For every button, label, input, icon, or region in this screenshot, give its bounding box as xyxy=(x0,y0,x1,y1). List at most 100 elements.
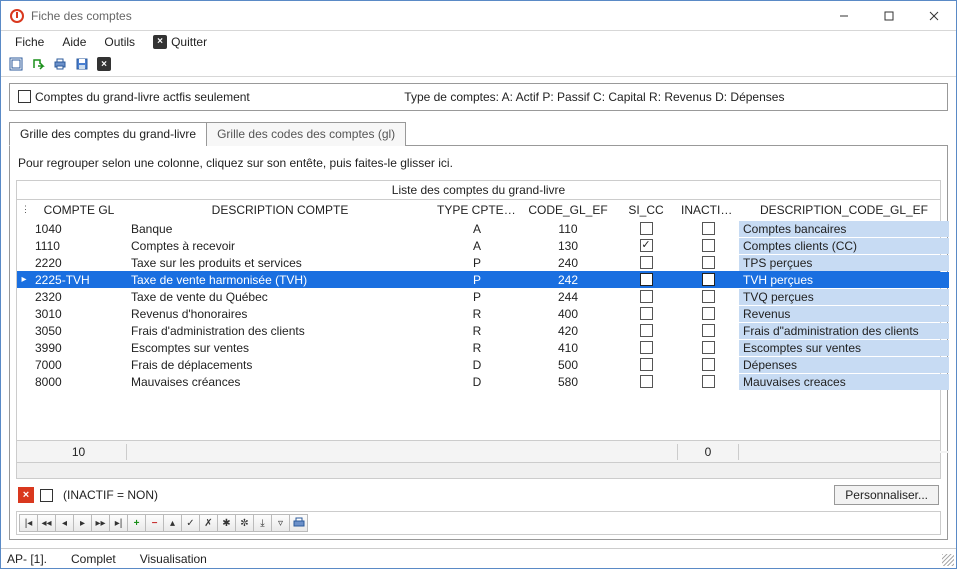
cell-inactif[interactable] xyxy=(677,357,739,372)
cell-sicc[interactable] xyxy=(615,255,677,270)
nav-refresh-button[interactable]: ✱ xyxy=(217,514,236,532)
nav-last-button[interactable]: ▸| xyxy=(109,514,128,532)
col-sicc[interactable]: SI_CC xyxy=(615,200,677,220)
table-row[interactable]: 2320Taxe de vente du QuébecP244TVQ perçu… xyxy=(17,288,940,305)
cell-inactif[interactable] xyxy=(677,255,739,270)
nav-next-button[interactable]: ▸ xyxy=(73,514,92,532)
active-only-checkbox[interactable] xyxy=(18,90,31,103)
close-icon: × xyxy=(153,35,167,49)
nav-next-page-button[interactable]: ▸▸ xyxy=(91,514,110,532)
maximize-button[interactable] xyxy=(866,1,911,30)
cell-sicc[interactable] xyxy=(615,323,677,338)
cell-code: 500 xyxy=(521,357,615,373)
menu-quitter[interactable]: × Quitter xyxy=(145,33,215,51)
nav-add-button[interactable]: + xyxy=(127,514,146,532)
cell-compte: 2225-TVH xyxy=(31,272,127,288)
cell-description: Taxe de vente du Québec xyxy=(127,289,433,305)
table-row[interactable]: 2220Taxe sur les produits et servicesP24… xyxy=(17,254,940,271)
cell-type: P xyxy=(433,272,521,288)
cell-sicc[interactable] xyxy=(615,306,677,321)
table-row[interactable]: 8000Mauvaises créancesD580Mauvaises crea… xyxy=(17,373,940,390)
nav-cancel-button[interactable]: ✗ xyxy=(199,514,218,532)
cell-description: Mauvaises créances xyxy=(127,374,433,390)
table-row[interactable]: 1040BanqueA110Comptes bancaires xyxy=(17,220,940,237)
close-tool-icon[interactable]: × xyxy=(95,55,113,73)
minimize-button[interactable] xyxy=(821,1,866,30)
cell-inactif[interactable] xyxy=(677,289,739,304)
window-title: Fiche des comptes xyxy=(31,9,821,23)
table-row[interactable]: 1110Comptes à recevoirA130Comptes client… xyxy=(17,237,940,254)
clear-filter-button[interactable]: × xyxy=(18,487,34,503)
cell-compte: 1110 xyxy=(31,238,127,254)
col-description[interactable]: DESCRIPTION COMPTE xyxy=(127,200,433,220)
resize-handle-icon[interactable] xyxy=(942,554,954,566)
close-button[interactable] xyxy=(911,1,956,30)
table-row[interactable]: ▸2225-TVHTaxe de vente harmonisée (TVH)P… xyxy=(17,271,940,288)
active-only-label: Comptes du grand-livre actfis seulement xyxy=(35,90,250,104)
menu-aide[interactable]: Aide xyxy=(54,33,94,51)
cell-type: D xyxy=(433,357,521,373)
nav-edit-button[interactable]: ▴ xyxy=(163,514,182,532)
save-icon[interactable] xyxy=(73,55,91,73)
cell-code: 420 xyxy=(521,323,615,339)
col-type[interactable]: TYPE CPTE EF xyxy=(433,200,521,220)
cell-sicc[interactable] xyxy=(615,272,677,287)
cell-sicc[interactable] xyxy=(615,238,677,253)
tab-grid-codes[interactable]: Grille des codes des comptes (gl) xyxy=(206,122,406,146)
cell-inactif[interactable] xyxy=(677,306,739,321)
col-code[interactable]: CODE_GL_EF xyxy=(521,200,615,220)
tab-grid-comptes[interactable]: Grille des comptes du grand-livre xyxy=(9,122,207,146)
grid-title: Liste des comptes du grand-livre xyxy=(16,180,941,199)
grid-header: ⋮⋮ COMPTE GL DESCRIPTION COMPTE TYPE CPT… xyxy=(17,200,940,221)
nav-first-button[interactable]: |◂ xyxy=(19,514,38,532)
nav-print-button[interactable] xyxy=(289,514,308,532)
cell-sicc[interactable] xyxy=(615,289,677,304)
table-row[interactable]: 3990Escomptes sur ventesR410Escomptes su… xyxy=(17,339,940,356)
nav-bookmark-button[interactable]: ✼ xyxy=(235,514,254,532)
cell-inactif[interactable] xyxy=(677,272,739,287)
cell-type: A xyxy=(433,221,521,237)
col-compte[interactable]: COMPTE GL xyxy=(31,200,127,220)
cell-description: Frais de déplacements xyxy=(127,357,433,373)
horizontal-scrollbar[interactable] xyxy=(17,462,940,478)
col-desccode[interactable]: DESCRIPTION_CODE_GL_EF xyxy=(739,200,949,220)
cell-inactif[interactable] xyxy=(677,221,739,236)
layout-icon[interactable] xyxy=(7,55,25,73)
row-selector-header[interactable]: ⋮⋮ xyxy=(17,201,31,218)
cell-description: Revenus d'honoraires xyxy=(127,306,433,322)
cell-inactif[interactable] xyxy=(677,323,739,338)
personalize-button[interactable]: Personnaliser... xyxy=(834,485,939,505)
filter-icon[interactable]: ▾ xyxy=(732,205,739,217)
cell-sicc[interactable] xyxy=(615,221,677,236)
table-row[interactable]: 3010Revenus d'honorairesR400Revenus xyxy=(17,305,940,322)
nav-goto-button[interactable]: ⤓ xyxy=(253,514,272,532)
cell-inactif[interactable] xyxy=(677,238,739,253)
status-right: Visualisation xyxy=(140,552,207,566)
col-inactif[interactable]: INACTIF▾ xyxy=(677,200,739,221)
nav-filter-button[interactable]: ▿ xyxy=(271,514,290,532)
cell-sicc[interactable] xyxy=(615,374,677,389)
cell-description: Taxe de vente harmonisée (TVH) xyxy=(127,272,433,288)
cell-desccode: Comptes clients (CC) xyxy=(739,238,949,254)
cell-type: P xyxy=(433,289,521,305)
cell-inactif[interactable] xyxy=(677,340,739,355)
cell-inactif[interactable] xyxy=(677,374,739,389)
cell-desccode: TVH perçues xyxy=(739,272,949,288)
cell-desccode: TVQ perçues xyxy=(739,289,949,305)
filter-checkbox[interactable] xyxy=(40,489,53,502)
menu-outils[interactable]: Outils xyxy=(96,33,143,51)
nav-delete-button[interactable]: − xyxy=(145,514,164,532)
table-row[interactable]: 3050Frais d'administration des clientsR4… xyxy=(17,322,940,339)
table-row[interactable]: 7000Frais de déplacementsD500Dépenses xyxy=(17,356,940,373)
cell-sicc[interactable] xyxy=(615,340,677,355)
cell-type: A xyxy=(433,238,521,254)
nav-prev-page-button[interactable]: ◂◂ xyxy=(37,514,56,532)
status-left: AP- [1]. xyxy=(7,552,47,566)
cell-desccode: Revenus xyxy=(739,306,949,322)
print-icon[interactable] xyxy=(51,55,69,73)
nav-post-button[interactable]: ✓ xyxy=(181,514,200,532)
nav-prev-button[interactable]: ◂ xyxy=(55,514,74,532)
cell-sicc[interactable] xyxy=(615,357,677,372)
export-icon[interactable] xyxy=(29,55,47,73)
menu-fiche[interactable]: Fiche xyxy=(7,33,52,51)
